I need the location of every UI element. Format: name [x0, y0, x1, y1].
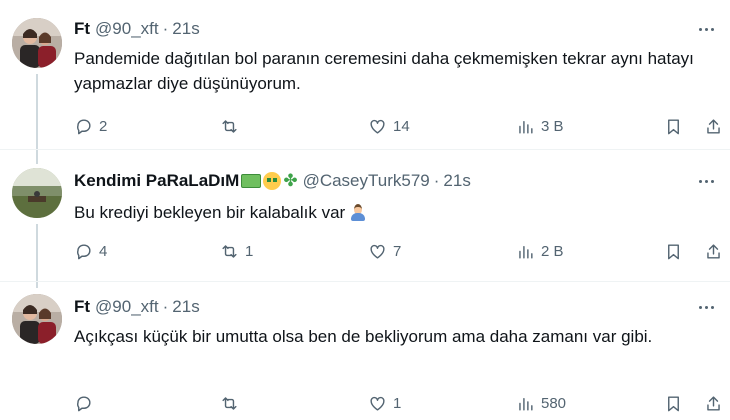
thread-line	[36, 74, 38, 164]
display-name[interactable]: Ft	[74, 19, 90, 39]
retweet-button[interactable]	[220, 392, 245, 414]
tweet-2[interactable]: Kendimi PaRaLaDıM ✤ @CaseyTurk579 · 21s …	[0, 160, 730, 288]
view-count: 580	[541, 394, 567, 412]
money-mouth-face-emoji	[263, 172, 282, 190]
handle[interactable]: @CaseyTurk579	[303, 171, 430, 191]
heart-icon	[370, 396, 385, 411]
bookmark-icon	[668, 395, 679, 411]
tweet-1[interactable]: Ft @90_xft · 21s Pandemide dağıtılan bol…	[0, 14, 730, 164]
heart-icon	[370, 119, 385, 134]
like-button[interactable]: 1	[368, 392, 401, 414]
share-button[interactable]	[704, 115, 723, 137]
thread-line	[36, 224, 38, 288]
avatar[interactable]	[12, 168, 62, 218]
like-button[interactable]: 7	[368, 240, 401, 262]
bookmark-button[interactable]	[664, 115, 683, 137]
tweet-text-content: Açıkçası küçük bir umutta olsa ben de be…	[74, 327, 653, 346]
more-options-icon[interactable]	[694, 299, 718, 315]
retweet-icon	[222, 119, 237, 133]
separator: ·	[162, 19, 169, 38]
like-count: 14	[393, 117, 410, 135]
more-options-icon[interactable]	[694, 173, 718, 189]
display-name[interactable]: Kendimi PaRaLaDıM	[74, 171, 239, 191]
tweet-3[interactable]: Ft @90_xft · 21s Açıkçası küçük bir umut…	[0, 292, 730, 420]
retweet-button[interactable]: 1	[220, 240, 253, 262]
bookmark-icon	[668, 243, 679, 259]
tweet-header: Ft @90_xft · 21s	[74, 18, 200, 40]
like-count: 7	[393, 242, 402, 260]
tweet-text-content: Bu krediyi bekleyen bir kalabalık var	[74, 203, 346, 222]
share-icon	[707, 118, 720, 134]
action-bar: 1 580	[74, 392, 724, 414]
share-icon	[707, 243, 720, 259]
views-button[interactable]: 580	[516, 392, 566, 414]
like-button[interactable]: 14	[368, 115, 410, 137]
separator: ·	[433, 171, 440, 190]
reply-button[interactable]	[74, 392, 99, 414]
reply-button[interactable]: 4	[74, 240, 107, 262]
action-bar: 2 14 3 B	[74, 115, 724, 137]
views-button[interactable]: 3 B	[516, 115, 564, 137]
reply-icon	[77, 243, 91, 259]
four-leaf-clover-emoji: ✤	[283, 171, 298, 190]
share-button[interactable]	[704, 240, 723, 262]
action-bar: 4 1 7 2 B	[74, 240, 724, 262]
tweet-header: Ft @90_xft · 21s	[74, 296, 200, 318]
view-count: 2 B	[541, 242, 564, 260]
tweet-text: Pandemide dağıtılan bol paranın ceremesi…	[74, 46, 714, 96]
divider	[0, 149, 730, 150]
handle[interactable]: @90_xft	[95, 19, 159, 39]
timestamp[interactable]: 21s	[172, 297, 199, 317]
share-button[interactable]	[704, 392, 723, 414]
tweet-text: Bu krediyi bekleyen bir kalabalık var	[74, 200, 714, 225]
reply-icon	[77, 118, 91, 134]
heart-icon	[370, 244, 385, 259]
handle[interactable]: @90_xft	[95, 297, 159, 317]
retweet-button[interactable]	[220, 115, 245, 137]
timestamp[interactable]: 21s	[172, 19, 199, 39]
divider	[0, 281, 730, 282]
retweet-count: 1	[245, 242, 254, 260]
tweet-text: Açıkçası küçük bir umutta olsa ben de be…	[74, 324, 714, 349]
reply-button[interactable]: 2	[74, 115, 107, 137]
timestamp[interactable]: 21s	[443, 171, 470, 191]
views-button[interactable]: 2 B	[516, 240, 564, 262]
views-icon	[519, 397, 533, 411]
retweet-icon	[222, 396, 237, 410]
bookmark-icon	[668, 118, 679, 134]
views-icon	[519, 245, 533, 259]
avatar[interactable]	[12, 294, 62, 344]
avatar[interactable]	[12, 18, 62, 68]
money-with-wings-emoji	[241, 174, 262, 188]
more-options-icon[interactable]	[694, 21, 718, 37]
bookmark-button[interactable]	[664, 240, 683, 262]
retweet-icon	[222, 244, 237, 258]
display-name[interactable]: Ft	[74, 297, 90, 317]
like-count: 1	[393, 394, 402, 412]
bookmark-button[interactable]	[664, 392, 683, 414]
reply-count: 4	[99, 242, 108, 260]
separator: ·	[162, 297, 169, 316]
reply-icon	[77, 395, 91, 411]
share-icon	[707, 395, 720, 411]
view-count: 3 B	[541, 117, 564, 135]
tweet-text-content: Pandemide dağıtılan bol paranın ceremesi…	[74, 49, 694, 93]
person-tipping-hand-emoji	[349, 203, 367, 221]
views-icon	[519, 120, 533, 134]
tweet-header: Kendimi PaRaLaDıM ✤ @CaseyTurk579 · 21s	[74, 170, 471, 192]
reply-count: 2	[99, 117, 108, 135]
